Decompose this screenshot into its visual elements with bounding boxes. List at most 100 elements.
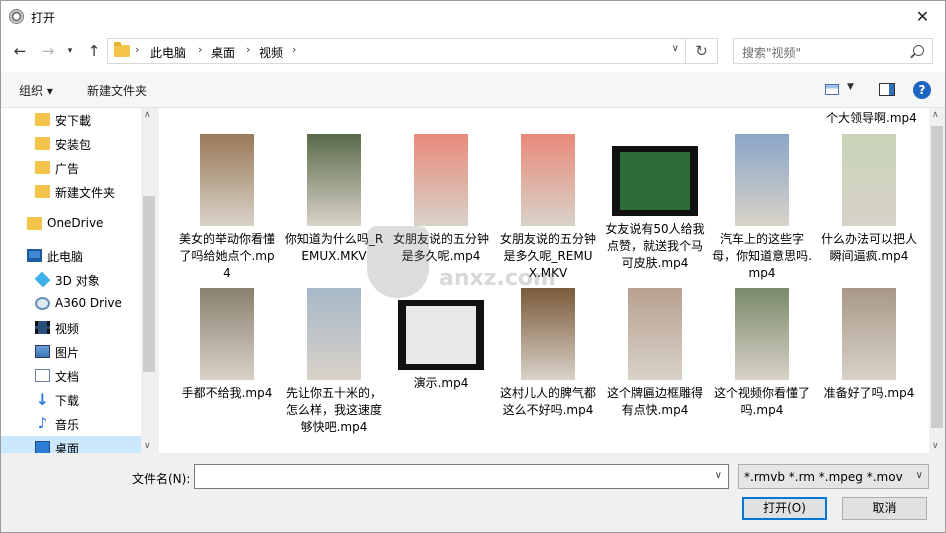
new-folder-button[interactable]: 新建文件夹 — [87, 82, 147, 99]
arrow-left-icon: ← — [13, 42, 27, 60]
sidebar-item[interactable]: 视频 — [1, 316, 141, 340]
navigation-bar: ← → ▾ ↑ › 此电脑 › 桌面 › 视频 › ∨ ↻ 搜索"视频" — [1, 32, 945, 72]
file-item[interactable]: 手都不给我.mp4 — [177, 288, 277, 402]
file-item[interactable]: 这村儿人的脾气都这么不好吗.mp4 — [498, 288, 598, 419]
file-name-area: 文件名(N): ∨ *.rmvb *.rm *.mpeg *.mov *.a ∨… — [1, 453, 945, 532]
up-button[interactable]: ↑ — [83, 40, 105, 62]
help-icon[interactable]: ? — [913, 81, 931, 99]
chevron-down-icon: ∨ — [915, 470, 923, 481]
filename-field[interactable]: ∨ — [194, 464, 729, 489]
sidebar-item[interactable]: 安下載 — [1, 108, 141, 132]
onedrive-folder-icon — [27, 217, 42, 230]
scrollbar-thumb[interactable] — [143, 196, 155, 372]
video-thumbnail — [414, 134, 468, 226]
file-item[interactable]: 汽车上的这些字母，你知道意思吗.mp4 — [712, 134, 812, 282]
search-box[interactable]: 搜索"视频" — [733, 38, 933, 64]
file-name-label: 手都不给我.mp4 — [181, 386, 273, 400]
file-item[interactable]: 准备好了吗.mp4 — [819, 288, 919, 402]
sidebar-item[interactable]: 此电脑 — [1, 244, 141, 268]
video-thumbnail — [307, 134, 361, 226]
chevron-down-icon[interactable]: ∨ — [715, 470, 722, 481]
close-icon: ✕ — [915, 7, 930, 26]
sidebar-item[interactable]: OneDrive — [1, 212, 141, 236]
scroll-up-icon[interactable]: ∧ — [932, 110, 939, 120]
sidebar-item[interactable]: 文档 — [1, 364, 141, 388]
file-item[interactable]: 你知道为什么吗_REMUX.MKV — [284, 134, 384, 265]
desktop-icon — [35, 441, 50, 453]
file-item[interactable]: 女友说有50人给我点赞，就送我个马可皮肤.mp4 — [605, 134, 705, 272]
file-name-label: 美女的举动你看懂了吗给她点个.mp4 — [178, 232, 275, 280]
preview-pane-icon[interactable] — [879, 83, 895, 96]
folder-icon — [114, 42, 130, 57]
search-input[interactable]: 搜索"视频" — [742, 44, 801, 61]
file-item[interactable]: 美女的举动你看懂了吗给她点个.mp4 — [177, 134, 277, 282]
file-name-label: 这个视频你看懂了吗.mp4 — [713, 386, 810, 417]
file-name-label: 准备好了吗.mp4 — [823, 386, 915, 400]
computer-icon — [27, 249, 42, 262]
file-name-label: 这个牌匾边框雕得有点快.mp4 — [606, 386, 703, 417]
sidebar-item[interactable]: 桌面 — [1, 436, 141, 453]
sidebar-item-label: OneDrive — [47, 216, 104, 230]
chevron-down-icon[interactable]: ▼ — [847, 82, 854, 92]
sidebar-item[interactable]: A360 Drive — [1, 292, 141, 316]
file-item[interactable]: 什么办法可以把人瞬间逼疯.mp4 — [819, 134, 919, 265]
sidebar-item[interactable]: 广告 — [1, 156, 141, 180]
address-bar[interactable]: › 此电脑 › 桌面 › 视频 › ∨ — [107, 38, 686, 64]
search-icon[interactable] — [913, 45, 924, 56]
forward-button[interactable]: → — [37, 40, 59, 62]
scroll-down-icon[interactable]: ∨ — [932, 441, 939, 451]
folder-icon — [35, 137, 50, 150]
video-thumbnail — [307, 288, 361, 380]
sidebar-item[interactable]: 3D 对象 — [1, 268, 141, 292]
arrow-up-icon: ↑ — [87, 42, 101, 60]
sidebar-item[interactable]: 图片 — [1, 340, 141, 364]
file-item[interactable]: 这个牌匾边框雕得有点快.mp4 — [605, 288, 705, 419]
organize-button[interactable]: 组织 ▾ — [19, 82, 53, 99]
file-type-select[interactable]: *.rmvb *.rm *.mpeg *.mov *.a ∨ — [738, 464, 929, 489]
file-item[interactable]: 演示.mp4 — [391, 288, 491, 392]
filename-label: 文件名(N): — [132, 472, 191, 486]
breadcrumb-desktop[interactable]: 桌面 — [211, 44, 235, 61]
scrollbar-thumb[interactable] — [931, 126, 943, 428]
video-thumbnail — [200, 288, 254, 380]
video-thumbnail — [612, 146, 698, 216]
open-button[interactable]: 打开(O) — [742, 497, 827, 520]
file-list-scrollbar[interactable]: ∧ ∨ — [929, 108, 945, 453]
close-button[interactable]: ✕ — [900, 1, 945, 32]
breadcrumb-this-pc[interactable]: 此电脑 — [150, 44, 186, 61]
video-folder-icon — [35, 321, 50, 334]
sidebar-item-label: A360 Drive — [55, 296, 122, 310]
3d-objects-icon — [34, 271, 51, 288]
file-label-partial: 个大领导啊.mp4 — [826, 111, 917, 125]
file-item[interactable]: 女朋友说的五分钟是多久呢_REMUX.MKV — [498, 134, 598, 282]
scroll-up-icon[interactable]: ∧ — [144, 110, 151, 120]
file-item[interactable]: 这个视频你看懂了吗.mp4 — [712, 288, 812, 419]
documents-icon — [35, 369, 50, 382]
video-thumbnail — [521, 134, 575, 226]
chevron-right-icon: › — [135, 43, 140, 56]
sidebar-item[interactable]: ↓ 下载 — [1, 388, 141, 412]
video-thumbnail — [842, 288, 896, 380]
sidebar-item[interactable]: 安装包 — [1, 132, 141, 156]
open-file-dialog: 打开 ✕ ← → ▾ ↑ › 此电脑 › 桌面 › 视频 › ∨ ↻ 搜索"视频… — [0, 0, 946, 533]
sidebar-scrollbar[interactable]: ∧ ∨ — [141, 108, 157, 453]
view-options-icon[interactable] — [825, 84, 839, 95]
file-item[interactable]: 先让你五十米的，怎么样，我这速度够快吧.mp4 — [284, 288, 384, 436]
video-thumbnail — [842, 134, 896, 226]
scroll-down-icon[interactable]: ∨ — [144, 441, 151, 451]
sidebar-item-label: 安装包 — [55, 138, 92, 152]
file-list: 个大领导啊.mp4 美女的举动你看懂了吗给她点个.mp4 你知道为什么吗_REMU… — [159, 108, 929, 453]
sidebar-item-label: 文档 — [55, 370, 80, 384]
refresh-button[interactable]: ↻ — [686, 38, 718, 64]
file-item[interactable]: 女朋友说的五分钟是多久呢.mp4 — [391, 134, 491, 265]
recent-locations-button[interactable]: ▾ — [59, 40, 81, 62]
sidebar-item[interactable]: ♪ 音乐 — [1, 412, 141, 436]
chevron-down-icon[interactable]: ∨ — [672, 43, 679, 54]
sidebar-item-label: 3D 对象 — [55, 274, 100, 288]
file-name-label: 什么办法可以把人瞬间逼疯.mp4 — [820, 232, 917, 263]
back-button[interactable]: ← — [9, 40, 31, 62]
file-name-label: 你知道为什么吗_REMUX.MKV — [284, 232, 384, 263]
sidebar-item[interactable]: 新建文件夹 — [1, 180, 141, 204]
cancel-button[interactable]: 取消 — [842, 497, 927, 520]
breadcrumb-videos[interactable]: 视频 — [259, 44, 283, 61]
